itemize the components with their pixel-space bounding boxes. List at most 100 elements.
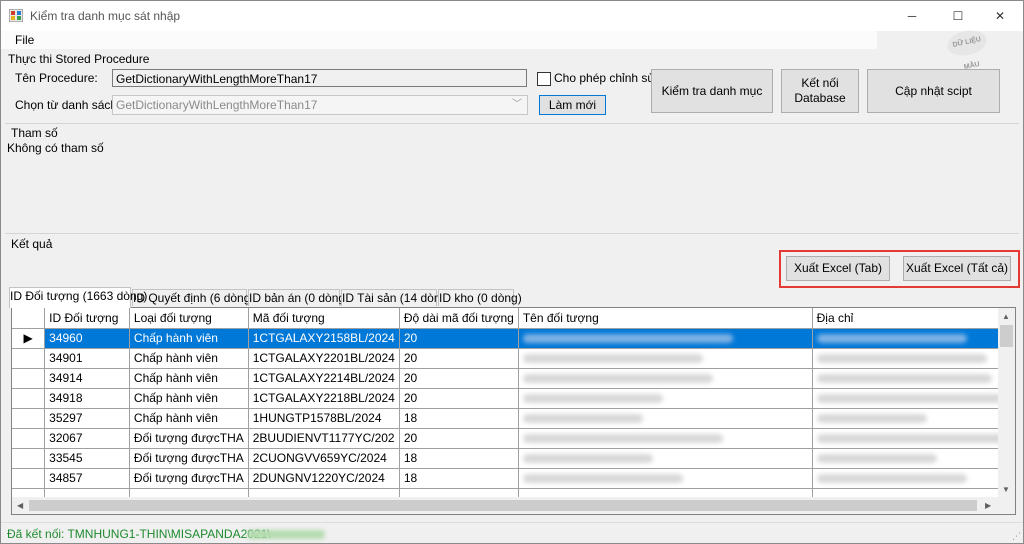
cell-name-redacted[interactable] (518, 388, 813, 409)
cell-address-redacted[interactable] (812, 368, 1015, 389)
cell-name-redacted[interactable] (518, 348, 813, 369)
cell-id[interactable]: 35297 (44, 408, 130, 429)
horizontal-scrollbar[interactable]: ◀ ▶ (12, 497, 998, 514)
cell-address-redacted[interactable] (812, 468, 1015, 489)
cell-type[interactable]: Chấp hành viên (129, 408, 249, 429)
cell-code[interactable]: 1CTGALAXY2214BL/2024 (248, 368, 400, 389)
procedure-list-select[interactable]: GetDictionaryWithLengthMoreThan17 ﹀ (112, 95, 528, 115)
row-header[interactable] (12, 468, 46, 489)
cell-name-redacted[interactable] (518, 448, 813, 469)
row-header[interactable] (12, 368, 46, 389)
table-row[interactable]: 35297 Chấp hành viên 1HUNGTP1578BL/2024 … (12, 408, 1015, 429)
cell-address-redacted[interactable] (812, 448, 1015, 469)
cell-length[interactable]: 20 (399, 428, 519, 449)
cell-code[interactable]: 2BUUDIENVT1177YC/202 (248, 428, 400, 449)
cell-address-redacted[interactable] (812, 328, 1015, 349)
cell-code[interactable]: 2CUONGVV659YC/2024 (248, 448, 400, 469)
cell-id[interactable]: 34857 (44, 468, 130, 489)
cell-length[interactable]: 20 (399, 388, 519, 409)
table-row[interactable]: 34918 Chấp hành viên 1CTGALAXY2218BL/202… (12, 388, 1015, 409)
cell-name-redacted[interactable] (518, 368, 813, 389)
cell-address-redacted[interactable] (812, 348, 1015, 369)
table-row[interactable]: ▶ 34960 Chấp hành viên 1CTGALAXY2158BL/2… (12, 328, 1015, 349)
table-row[interactable]: 33545 Đối tượng đượcTHA 2CUONGVV659YC/20… (12, 448, 1015, 469)
tab-id-kho[interactable]: ID kho (0 dòng) (438, 289, 522, 306)
cell-id[interactable]: 34918 (44, 388, 130, 409)
scroll-left-icon[interactable]: ◀ (17, 501, 23, 510)
results-grid[interactable]: ID Đối tượng Loại đối tượng Mã đối tượng… (11, 307, 1016, 515)
column-header[interactable]: Địa chỉ (812, 308, 1015, 329)
table-row[interactable]: 34857 Đối tượng đượcTHA 2DUNGNV1220YC/20… (12, 468, 1015, 489)
refresh-button[interactable]: Làm mới (539, 95, 606, 115)
row-header[interactable] (12, 408, 46, 429)
redacted-blur (522, 334, 733, 344)
check-catalog-button[interactable]: Kiểm tra danh mục (651, 69, 773, 113)
row-header[interactable] (12, 388, 46, 409)
cell-name-redacted[interactable] (518, 468, 813, 489)
maximize-button[interactable]: ☐ (935, 1, 981, 31)
vertical-scrollbar[interactable]: ▲ ▼ (998, 308, 1015, 498)
cell-type[interactable]: Chấp hành viên (129, 368, 249, 389)
cell-id[interactable]: 34960 (44, 328, 130, 349)
cell-id[interactable]: 32067 (44, 428, 130, 449)
cell-type[interactable]: Đối tượng đượcTHA (129, 428, 249, 449)
cell-address-redacted[interactable] (812, 428, 1015, 449)
column-header[interactable]: ID Đối tượng (44, 308, 130, 329)
cell-length[interactable]: 18 (399, 408, 519, 429)
cell-type[interactable]: Chấp hành viên (129, 388, 249, 409)
cell-type[interactable]: Đối tượng đượcTHA (129, 448, 249, 469)
row-header[interactable] (12, 428, 46, 449)
menu-file[interactable]: File (15, 33, 34, 47)
table-row[interactable]: 34901 Chấp hành viên 1CTGALAXY2201BL/202… (12, 348, 1015, 369)
allow-edit-checkbox[interactable] (537, 72, 551, 86)
cell-id[interactable]: 33545 (44, 448, 130, 469)
column-header[interactable]: Loại đối tượng (129, 308, 249, 329)
tab-id-tai-san[interactable]: ID Tài sản (14 dòng) (341, 289, 451, 306)
cell-id[interactable]: 34914 (44, 368, 130, 389)
cell-code[interactable]: 1HUNGTP1578BL/2024 (248, 408, 400, 429)
cell-type[interactable]: Chấp hành viên (129, 328, 249, 349)
scroll-right-icon[interactable]: ▶ (985, 501, 991, 510)
tab-id-doi-tuong[interactable]: ID Đối tượng (1663 dòng) (9, 287, 147, 308)
table-row[interactable]: 34914 Chấp hành viên 1CTGALAXY2214BL/202… (12, 368, 1015, 389)
redacted-blur (816, 334, 967, 344)
cell-address-redacted[interactable] (812, 408, 1015, 429)
cell-name-redacted[interactable] (518, 408, 813, 429)
tab-id-ban-an[interactable]: ID bản án (0 dòng) (248, 289, 349, 306)
close-button[interactable]: ✕ (977, 1, 1023, 31)
cell-code[interactable]: 1CTGALAXY2201BL/2024 (248, 348, 400, 369)
cell-code[interactable]: 2DUNGNV1220YC/2024 (248, 468, 400, 489)
cell-type[interactable]: Chấp hành viên (129, 348, 249, 369)
export-excel-tab-button[interactable]: Xuất Excel (Tab) (786, 256, 890, 281)
cell-length[interactable]: 20 (399, 328, 519, 349)
cell-id[interactable]: 34901 (44, 348, 130, 369)
scroll-down-icon[interactable]: ▼ (1002, 485, 1010, 494)
horizontal-scroll-thumb[interactable] (29, 500, 977, 511)
update-script-button[interactable]: Cập nhật scipt (867, 69, 1000, 113)
row-header[interactable] (12, 448, 46, 469)
cell-code[interactable]: 1CTGALAXY2218BL/2024 (248, 388, 400, 409)
export-excel-all-button[interactable]: Xuất Excel (Tất cả) (903, 256, 1011, 281)
column-header[interactable]: Tên đối tượng (518, 308, 813, 329)
connect-database-button[interactable]: Kết nối Database (781, 69, 859, 113)
cell-address-redacted[interactable] (812, 388, 1015, 409)
tab-id-quyet-dinh[interactable]: ID Quyết định (6 dòng) (132, 289, 254, 306)
procedure-name-input[interactable]: GetDictionaryWithLengthMoreThan17 (112, 69, 527, 87)
cell-length[interactable]: 20 (399, 368, 519, 389)
cell-length[interactable]: 20 (399, 348, 519, 369)
scroll-up-icon[interactable]: ▲ (1002, 312, 1010, 321)
cell-name-redacted[interactable] (518, 428, 813, 449)
table-row[interactable]: 32067 Đối tượng đượcTHA 2BUUDIENVT1177YC… (12, 428, 1015, 449)
row-header[interactable] (12, 348, 46, 369)
column-header[interactable]: Độ dài mã đối tượng (399, 308, 519, 329)
cell-name-redacted[interactable] (518, 328, 813, 349)
minimize-button[interactable]: ─ (889, 1, 935, 31)
vertical-scroll-thumb[interactable] (1000, 325, 1013, 347)
column-header[interactable]: Mã đối tượng (248, 308, 400, 329)
redacted-blur (816, 474, 967, 484)
cell-length[interactable]: 18 (399, 468, 519, 489)
resize-grip-icon[interactable]: ⋰ (1012, 531, 1021, 542)
cell-length[interactable]: 18 (399, 448, 519, 469)
cell-type[interactable]: Đối tượng đượcTHA (129, 468, 249, 489)
cell-code[interactable]: 1CTGALAXY2158BL/2024 (248, 328, 400, 349)
